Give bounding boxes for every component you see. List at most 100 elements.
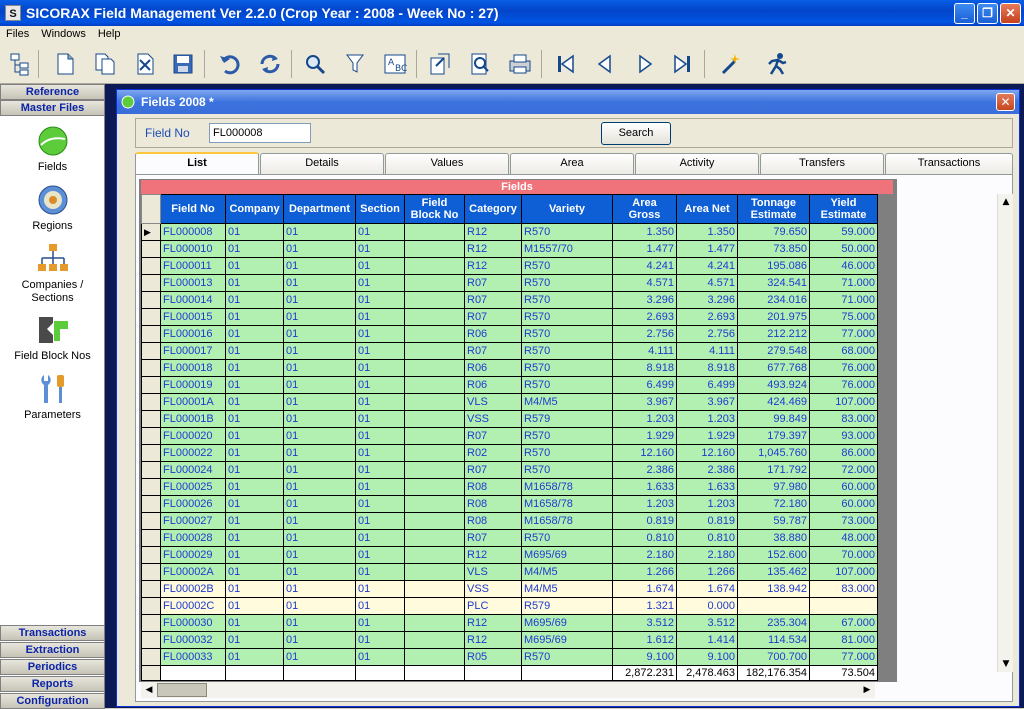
table-cell-area-gross[interactable]: 4.241 bbox=[612, 257, 677, 275]
table-cell-field-no[interactable]: FL000025 bbox=[160, 478, 226, 496]
table-cell-block[interactable] bbox=[404, 257, 465, 275]
table-cell-yield[interactable]: 60.000 bbox=[809, 478, 878, 496]
table-cell-tonnage[interactable]: 73.850 bbox=[737, 240, 810, 258]
table-cell-block[interactable] bbox=[404, 376, 465, 394]
table-cell-yield[interactable]: 73.000 bbox=[809, 512, 878, 530]
table-cell-variety[interactable]: R579 bbox=[521, 410, 613, 428]
table-cell-tonnage[interactable]: 179.397 bbox=[737, 427, 810, 445]
scroll-right-arrow-icon[interactable]: ▶ bbox=[859, 682, 875, 698]
tab-list[interactable]: List bbox=[135, 152, 259, 175]
table-cell-yield[interactable] bbox=[809, 597, 878, 615]
table-cell-department[interactable]: 01 bbox=[283, 274, 356, 292]
table-cell-variety[interactable]: M695/69 bbox=[521, 631, 613, 649]
table-cell-department[interactable]: 01 bbox=[283, 376, 356, 394]
table-cell-area-gross[interactable]: 1.929 bbox=[612, 427, 677, 445]
table-cell-category[interactable]: VLS bbox=[464, 563, 522, 581]
table-cell-yield[interactable]: 107.000 bbox=[809, 563, 878, 581]
sidebar-header-transactions[interactable]: Transactions bbox=[0, 625, 105, 641]
table-cell-area-net[interactable]: 6.499 bbox=[676, 376, 738, 394]
table-cell-area-net[interactable]: 4.241 bbox=[676, 257, 738, 275]
table-cell-section[interactable]: 01 bbox=[355, 427, 405, 445]
table-cell-tonnage[interactable]: 324.541 bbox=[737, 274, 810, 292]
row-selector[interactable] bbox=[141, 580, 161, 598]
table-cell-tonnage[interactable]: 195.086 bbox=[737, 257, 810, 275]
menu-help[interactable]: Help bbox=[92, 26, 127, 44]
column-header[interactable]: Area Net bbox=[676, 194, 738, 224]
table-cell-company[interactable]: 01 bbox=[225, 223, 284, 241]
table-cell-department[interactable]: 01 bbox=[283, 223, 356, 241]
table-cell-category[interactable]: VSS bbox=[464, 580, 522, 598]
table-cell-category[interactable]: R12 bbox=[464, 614, 522, 632]
table-cell-block[interactable] bbox=[404, 461, 465, 479]
table-cell-section[interactable]: 01 bbox=[355, 597, 405, 615]
scroll-left-arrow-icon[interactable]: ◀ bbox=[141, 682, 157, 698]
table-row[interactable]: FL000022 01 01 01 R02 R570 12.160 12.160 1,045.7… bbox=[141, 444, 878, 462]
table-cell-field-no[interactable]: FL00001B bbox=[160, 410, 226, 428]
table-cell-section[interactable]: 01 bbox=[355, 478, 405, 496]
table-cell-field-no[interactable]: FL00002B bbox=[160, 580, 226, 598]
table-cell-yield[interactable]: 48.000 bbox=[809, 529, 878, 547]
table-cell-tonnage[interactable] bbox=[737, 597, 810, 615]
table-cell-department[interactable]: 01 bbox=[283, 546, 356, 564]
table-cell-area-gross[interactable]: 6.499 bbox=[612, 376, 677, 394]
table-cell-tonnage[interactable]: 97.980 bbox=[737, 478, 810, 496]
sidebar-header-master-files[interactable]: Master Files bbox=[0, 100, 105, 116]
save-icon[interactable] bbox=[168, 49, 198, 79]
table-cell-variety[interactable]: R570 bbox=[521, 325, 613, 343]
table-row[interactable]: FL000015 01 01 01 R07 R570 2.693 2.693 201.975 75… bbox=[141, 308, 878, 326]
table-cell-department[interactable]: 01 bbox=[283, 512, 356, 530]
table-cell-field-no[interactable]: FL000030 bbox=[160, 614, 226, 632]
table-cell-company[interactable]: 01 bbox=[225, 359, 284, 377]
table-cell-company[interactable]: 01 bbox=[225, 580, 284, 598]
table-cell-field-no[interactable]: FL000024 bbox=[160, 461, 226, 479]
row-selector[interactable] bbox=[141, 325, 161, 343]
menu-files[interactable]: Files bbox=[0, 26, 35, 44]
table-cell-field-no[interactable]: FL00002A bbox=[160, 563, 226, 581]
table-cell-section[interactable]: 01 bbox=[355, 563, 405, 581]
sidebar-item-regions[interactable]: Regions bbox=[0, 183, 105, 232]
table-cell-category[interactable]: R07 bbox=[464, 308, 522, 326]
row-selector[interactable] bbox=[141, 597, 161, 615]
table-cell-section[interactable]: 01 bbox=[355, 325, 405, 343]
previous-record-icon[interactable] bbox=[590, 49, 620, 79]
table-cell-company[interactable]: 01 bbox=[225, 342, 284, 360]
table-cell-area-net[interactable]: 1.633 bbox=[676, 478, 738, 496]
table-cell-company[interactable]: 01 bbox=[225, 427, 284, 445]
table-cell-department[interactable]: 01 bbox=[283, 597, 356, 615]
table-cell-area-gross[interactable]: 9.100 bbox=[612, 648, 677, 666]
table-cell-variety[interactable]: M1658/78 bbox=[521, 478, 613, 496]
table-cell-company[interactable]: 01 bbox=[225, 308, 284, 326]
table-cell-department[interactable]: 01 bbox=[283, 444, 356, 462]
sidebar-item-parameters[interactable]: Parameters bbox=[0, 372, 105, 421]
row-selector[interactable] bbox=[141, 614, 161, 632]
table-cell-yield[interactable]: 83.000 bbox=[809, 410, 878, 428]
table-cell-variety[interactable]: R570 bbox=[521, 308, 613, 326]
vertical-scrollbar[interactable]: ▲ ▼ bbox=[997, 194, 1013, 672]
column-header[interactable]: Yield Estimate bbox=[809, 194, 878, 224]
next-record-icon[interactable] bbox=[630, 49, 660, 79]
table-cell-tonnage[interactable]: 114.534 bbox=[737, 631, 810, 649]
table-cell-area-net[interactable]: 1.477 bbox=[676, 240, 738, 258]
row-selector[interactable] bbox=[141, 563, 161, 581]
table-cell-block[interactable] bbox=[404, 580, 465, 598]
table-cell-tonnage[interactable]: 677.768 bbox=[737, 359, 810, 377]
table-cell-company[interactable]: 01 bbox=[225, 444, 284, 462]
table-cell-section[interactable]: 01 bbox=[355, 274, 405, 292]
table-cell-company[interactable]: 01 bbox=[225, 631, 284, 649]
horizontal-scroll-thumb[interactable] bbox=[157, 683, 207, 697]
table-cell-field-no[interactable]: FL000013 bbox=[160, 274, 226, 292]
row-selector[interactable] bbox=[141, 240, 161, 258]
table-cell-variety[interactable]: M4/M5 bbox=[521, 563, 613, 581]
table-cell-variety[interactable]: R570 bbox=[521, 342, 613, 360]
sidebar-item-field-block-nos[interactable]: Field Block Nos bbox=[0, 313, 105, 362]
table-cell-area-gross[interactable]: 2.180 bbox=[612, 546, 677, 564]
table-cell-block[interactable] bbox=[404, 648, 465, 666]
table-cell-area-gross[interactable]: 1.321 bbox=[612, 597, 677, 615]
table-cell-area-gross[interactable]: 1.203 bbox=[612, 495, 677, 513]
table-cell-yield[interactable]: 50.000 bbox=[809, 240, 878, 258]
table-cell-field-no[interactable]: FL000010 bbox=[160, 240, 226, 258]
column-header[interactable]: Field Block No bbox=[404, 194, 465, 224]
scroll-down-arrow-icon[interactable]: ▼ bbox=[998, 656, 1014, 672]
table-cell-field-no[interactable]: FL000017 bbox=[160, 342, 226, 360]
table-cell-area-gross[interactable]: 1.266 bbox=[612, 563, 677, 581]
